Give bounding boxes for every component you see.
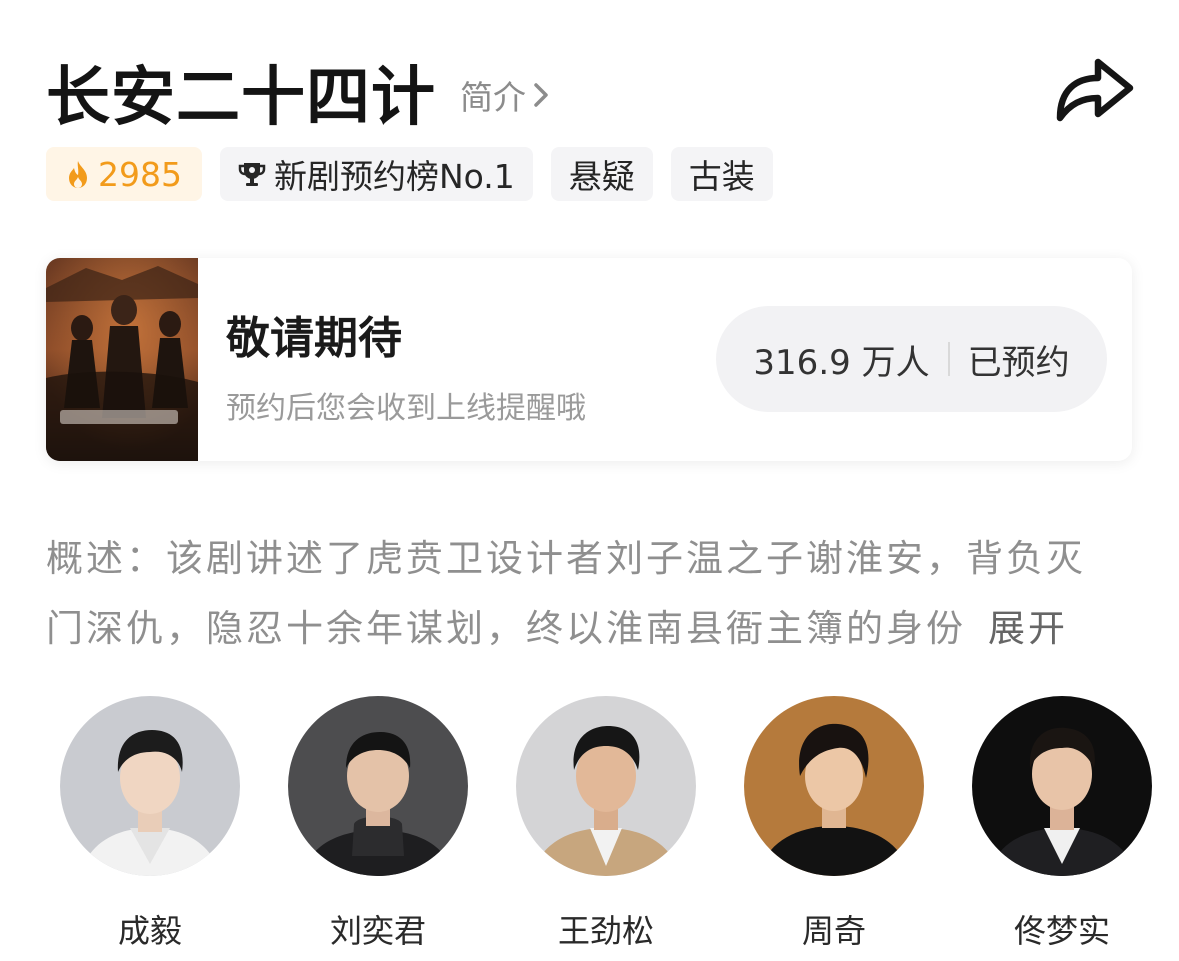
expand-link[interactable]: 展开 xyxy=(988,607,1068,650)
flame-icon xyxy=(66,159,90,189)
show-title: 长安二十四计 xyxy=(46,61,436,135)
reserve-status: 已预约 xyxy=(967,342,1070,383)
heat-value: 2985 xyxy=(98,154,182,194)
avatar xyxy=(516,696,696,876)
ranking-tag[interactable]: 新剧预约榜No.1 xyxy=(219,147,533,201)
genre-tag-suspense[interactable]: 悬疑 xyxy=(550,147,653,201)
avatar xyxy=(60,696,240,876)
cast-name: 成毅 xyxy=(117,912,182,950)
cast-item[interactable]: 成毅 xyxy=(60,696,240,952)
reserved-button[interactable]: 316.9 万人 已预约 xyxy=(716,306,1107,412)
cast-name: 佟梦实 xyxy=(1013,912,1110,950)
intro-link[interactable]: 简介 xyxy=(460,71,550,119)
heat-badge: 2985 xyxy=(46,147,202,201)
title-row: 长安二十四计 简介 xyxy=(46,52,550,135)
cast-item[interactable]: 周奇 xyxy=(744,696,924,952)
cast-name: 王劲松 xyxy=(557,912,654,950)
reserve-subtitle: 预约后您会收到上线提醒哦 xyxy=(226,391,586,426)
intro-label: 简介 xyxy=(460,78,526,117)
reserve-count: 316.9 万人 xyxy=(753,342,930,383)
genre-label: 悬疑 xyxy=(568,157,635,196)
synopsis-line: 概述：该剧讲述了虎贲卫设计者刘子温之子谢淮安，背负灭 xyxy=(46,537,1086,580)
tag-row: 2985 新剧预约榜No.1 悬疑 古装 xyxy=(46,147,791,201)
genre-tag-costume[interactable]: 古装 xyxy=(670,147,773,201)
share-arrow-icon xyxy=(1056,58,1134,122)
pill-divider xyxy=(947,342,950,376)
genre-label: 古装 xyxy=(688,157,755,196)
trophy-icon xyxy=(238,160,266,188)
cast-item[interactable]: 佟梦实 xyxy=(972,696,1152,952)
cast-item[interactable]: 刘奕君 xyxy=(288,696,468,952)
synopsis-line-2: 门深仇，隐忍十余年谋划，终以淮南县衙主簿的身份 展开 xyxy=(46,594,1136,664)
cast-list: 成毅 刘奕君 王劲松 周奇 佟梦实 xyxy=(0,696,1179,961)
synopsis: 概述：该剧讲述了虎贲卫设计者刘子温之子谢淮安，背负灭 门深仇，隐忍十余年谋划，终… xyxy=(46,524,1136,664)
cast-item[interactable]: 王劲松 xyxy=(516,696,696,952)
ranking-label: 新剧预约榜No.1 xyxy=(273,157,515,196)
cast-name: 刘奕君 xyxy=(329,912,426,950)
poster-image[interactable] xyxy=(46,258,198,461)
synopsis-line: 门深仇，隐忍十余年谋划，终以淮南县衙主簿的身份 xyxy=(46,607,966,650)
share-button[interactable] xyxy=(1052,50,1136,126)
reservation-card: 敬请期待 预约后您会收到上线提醒哦 316.9 万人 已预约 xyxy=(46,258,1132,461)
avatar xyxy=(744,696,924,876)
avatar xyxy=(972,696,1152,876)
avatar xyxy=(288,696,468,876)
chevron-right-icon xyxy=(534,83,548,107)
reserve-title: 敬请期待 xyxy=(226,313,402,364)
cast-name: 周奇 xyxy=(801,912,866,950)
